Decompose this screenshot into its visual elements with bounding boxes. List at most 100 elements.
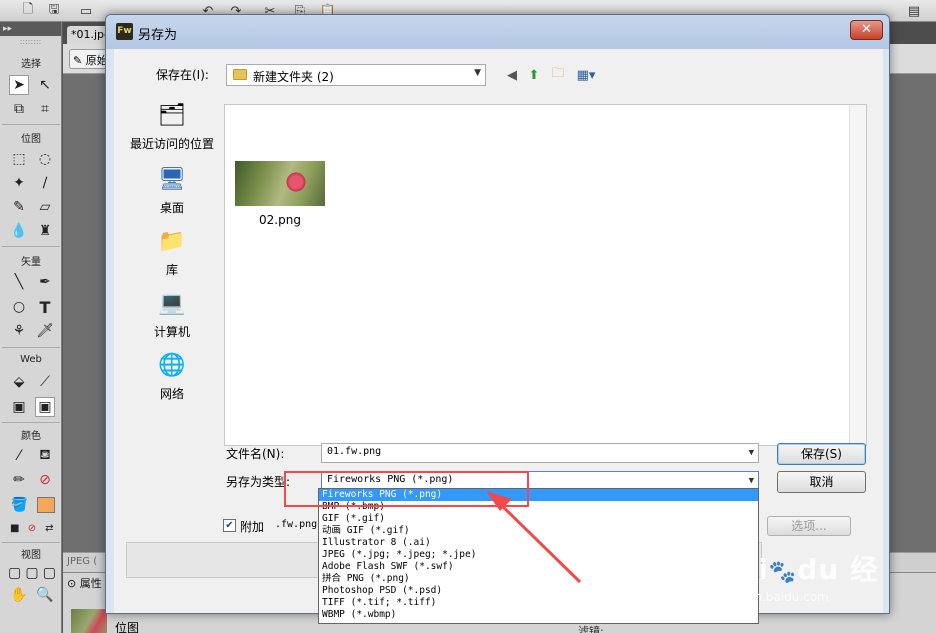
chevron-down-icon: ▼ [474,68,481,78]
default-colors-icon[interactable]: ■ [6,518,23,538]
pointer-tool-icon[interactable]: ➤ [9,75,29,95]
desktop-icon: 🖥 [158,166,186,192]
view-menu-icon[interactable]: ▦▾ [572,65,600,85]
chevron-down-icon[interactable]: ▼ [749,448,754,458]
filetype-option[interactable]: 动画 GIF (*.gif) [319,525,758,537]
place-label: 库 [165,263,178,277]
filename-input[interactable]: 01.fw.png ▼ [321,443,759,463]
file-name[interactable]: 02.png [235,213,325,227]
subselect-tool-icon[interactable]: ↖ [35,75,55,95]
filetype-option[interactable]: Adobe Flash SWF (*.swf) [319,561,758,573]
file-list-scrollbar[interactable] [849,105,866,445]
standard-screen-icon[interactable]: ▢ [6,563,23,583]
place-network[interactable]: 🌐 网络 [122,349,222,402]
line-tool-icon[interactable]: ╲ [9,272,29,292]
hotspot-tool-icon[interactable]: ⬙ [9,372,29,392]
bitmap-type-label: 位图 [115,621,140,633]
lasso-tool-icon[interactable]: ◌ [35,149,55,169]
up-folder-icon[interactable]: ⬆ [524,65,544,85]
tools-section-bitmap: 位图 [21,134,41,145]
bitmap-thumbnail [71,609,107,633]
options-button[interactable]: 选项... [767,516,851,536]
swap-colors-icon[interactable]: ⇄ [41,518,58,538]
place-computer[interactable]: 💻 计算机 [122,287,222,340]
align-icon[interactable]: ▤ [906,3,922,19]
brush-tool-icon[interactable]: ∕ [35,173,55,193]
blur-tool-icon[interactable]: 💧 [9,221,29,241]
fill-bucket-icon[interactable]: 🪣 [10,495,30,515]
tools-section-vector: 矢量 [21,257,41,268]
place-label: 计算机 [153,325,190,339]
text-tool-icon[interactable]: T [35,297,55,317]
new-file-icon[interactable]: 🗋 [20,2,36,19]
magic-wand-icon[interactable]: ✦ [9,173,29,193]
place-desktop[interactable]: 🖥 桌面 [122,163,222,216]
baidu-logo: Bai🐾du 经验 [716,553,879,626]
save-button[interactable]: 保存(S) [777,443,866,465]
tools-grip[interactable]: :::::::: [0,36,61,48]
tools-panel-header: ▸▸ [0,22,61,36]
rubber-stamp-icon[interactable]: ♜ [35,221,55,241]
cancel-button[interactable]: 取消 [777,471,866,493]
libraries-icon: 📁 [158,228,186,254]
place-libraries[interactable]: 📁 库 [122,225,222,278]
eraser-tool-icon[interactable]: ▱ [35,197,55,217]
hide-slices-icon[interactable]: ▣ [9,397,29,417]
freeform-tool-icon[interactable]: ⚘ [9,321,29,341]
marquee-tool-icon[interactable]: ⬚ [9,149,29,169]
full-screen-icon[interactable]: ▢ [41,563,58,583]
computer-icon: 💻 [158,290,186,316]
filetype-option[interactable]: TIFF (*.tif; *.tiff) [319,597,758,609]
no-stroke-icon[interactable]: ⊘ [35,470,55,490]
crop-tool-icon[interactable]: ⌗ [35,99,55,119]
filetype-option[interactable]: Photoshop PSD (*.psd) [319,585,758,597]
paint-bucket-icon[interactable]: ⛾ [35,446,55,466]
ellipse-tool-icon[interactable]: ○ [9,297,29,317]
place-label: 桌面 [159,201,184,215]
properties-tab[interactable]: ⊙ 属性 [67,575,102,591]
file-thumbnail[interactable] [235,161,325,206]
show-slices-icon[interactable]: ▣ [35,397,55,417]
eyedropper-tool-icon[interactable]: ⁄ [9,446,29,466]
filetype-option[interactable]: Illustrator 8 (.ai) [319,537,758,549]
full-screen-menu-icon[interactable]: ▢ [23,563,40,583]
save-in-dropdown[interactable]: 新建文件夹 (2) ▼ [226,64,486,86]
tools-panel: ▸▸ :::::::: 选择 ➤ ↖ ⧉ ⌗ 位图 ⬚ ◌ ✦ ∕ ✎ ▱ 💧 … [0,22,62,633]
recent-places-icon: 🗂 [158,102,186,128]
filetype-label: 另存为类型: [226,475,291,489]
fill-color-swatch[interactable] [36,497,55,513]
annotation-highlight-box [284,471,529,507]
stroke-color-icon[interactable]: ✏ [9,470,29,490]
pencil-tool-icon[interactable]: ✎ [9,197,29,217]
hand-tool-icon[interactable]: ✋ [9,585,29,605]
append-extension-value: .fw.png [275,519,318,530]
filters-label: 滤镜: [578,625,604,633]
append-extension-checkbox[interactable]: ✔ [223,519,236,532]
filetype-option[interactable]: WBMP (*.wbmp) [319,609,758,621]
filetype-option[interactable]: JPEG (*.jpg; *.jpeg; *.jpe) [319,549,758,561]
place-recent[interactable]: 🗂 最近访问的位置 [122,99,222,152]
filetype-option[interactable]: GIF (*.gif) [319,513,758,525]
dialog-title: 另存为 [138,28,178,43]
chevron-down-icon[interactable]: ▼ [749,476,754,486]
knife-tool-icon[interactable]: 🗡 [35,321,55,341]
save-in-label: 保存在(I): [156,68,209,82]
scale-tool-icon[interactable]: ⧉ [9,99,29,119]
filetype-option[interactable]: 拼合 PNG (*.png) [319,573,758,585]
fireworks-logo-icon: Fw [116,23,133,40]
dialog-title-bar[interactable]: Fw 另存为 ✕ [106,15,889,49]
close-button[interactable]: ✕ [850,20,883,40]
baidu-watermark: Bai🐾du 经验 jingyan.baidu.com [716,548,896,626]
tools-section-select: 选择 [21,59,41,70]
new-folder-icon[interactable]: 🗀 [548,65,568,85]
save-icon[interactable]: 🖫 [46,2,62,19]
no-color-icon[interactable]: ⊘ [23,518,40,538]
slice-tool-icon[interactable]: ⟋ [35,372,55,392]
zoom-tool-icon[interactable]: 🔍 [35,585,55,605]
filetype-options-list[interactable]: Fireworks PNG (*.png) BMP (*.bmp) GIF (*… [318,488,759,624]
back-icon[interactable]: ◀ [502,65,522,85]
open-icon[interactable]: ▭ [78,3,94,19]
watermark-url: jingyan.baidu.com [718,590,829,604]
file-list[interactable]: 02.png [224,104,867,446]
pen-tool-icon[interactable]: ✒ [35,272,55,292]
